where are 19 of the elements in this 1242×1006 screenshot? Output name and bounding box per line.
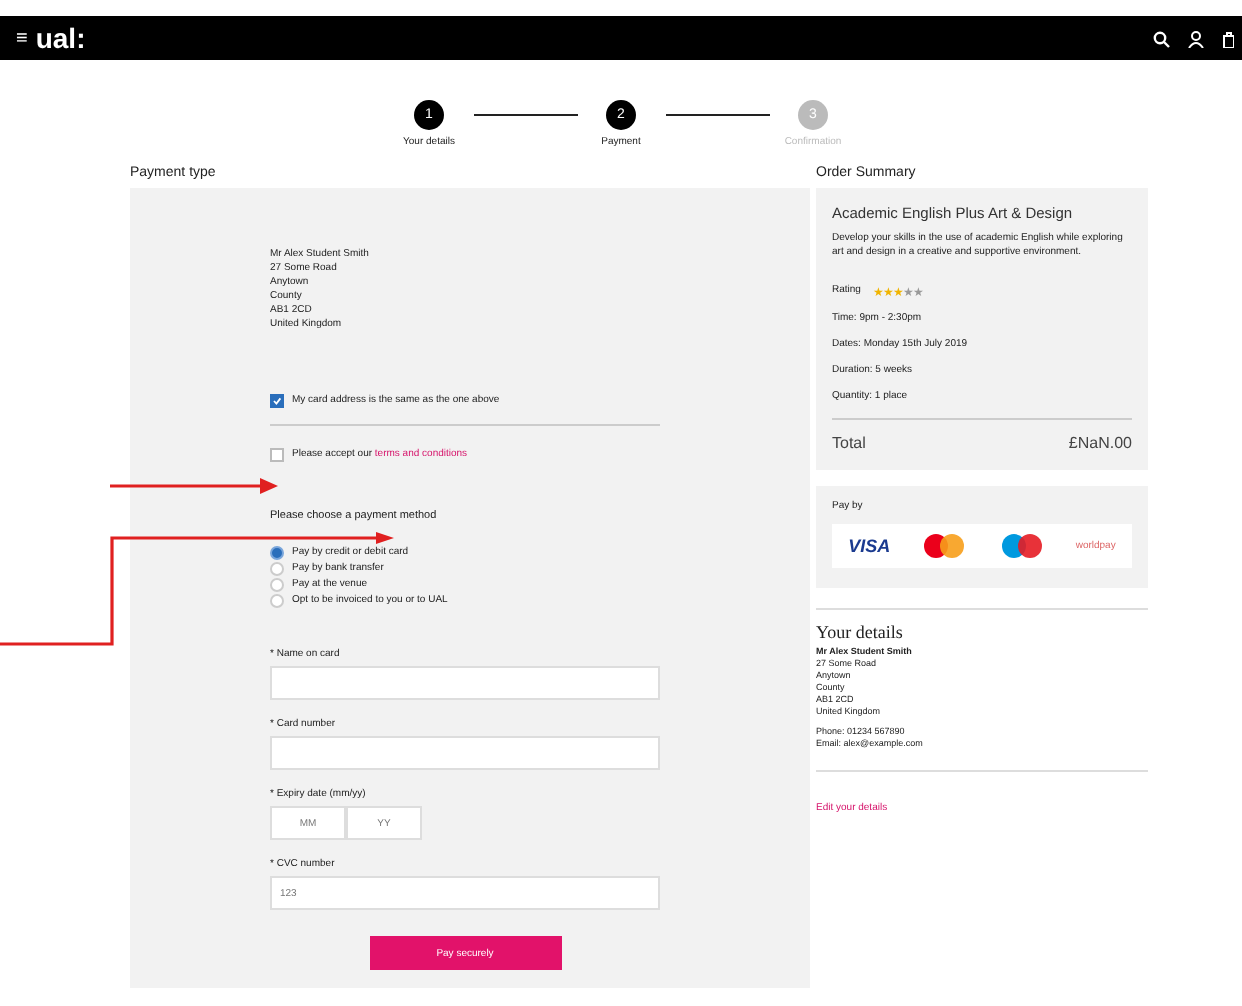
menu-icon[interactable]: ≡ xyxy=(16,27,28,49)
radio-button[interactable] xyxy=(270,545,284,559)
details-title: Your details xyxy=(816,622,905,642)
logo[interactable]: ual: xyxy=(35,22,86,54)
search-icon[interactable] xyxy=(1152,29,1170,47)
maestro-logo xyxy=(999,532,1044,560)
checkbox[interactable] xyxy=(270,393,284,407)
total-value: £NaN.00 xyxy=(1068,434,1132,452)
bag-icon[interactable] xyxy=(1222,29,1234,47)
input-field[interactable] xyxy=(270,736,660,770)
checkbox[interactable] xyxy=(270,447,284,461)
input-field[interactable] xyxy=(270,666,660,700)
radio-button[interactable] xyxy=(270,577,284,591)
user-icon[interactable] xyxy=(1188,29,1204,47)
radio-button[interactable] xyxy=(270,593,284,607)
visa-logo: VISA xyxy=(848,536,891,556)
total-label: Total xyxy=(832,434,866,452)
mastercard-logo xyxy=(922,532,967,560)
radio-button[interactable] xyxy=(270,561,284,575)
